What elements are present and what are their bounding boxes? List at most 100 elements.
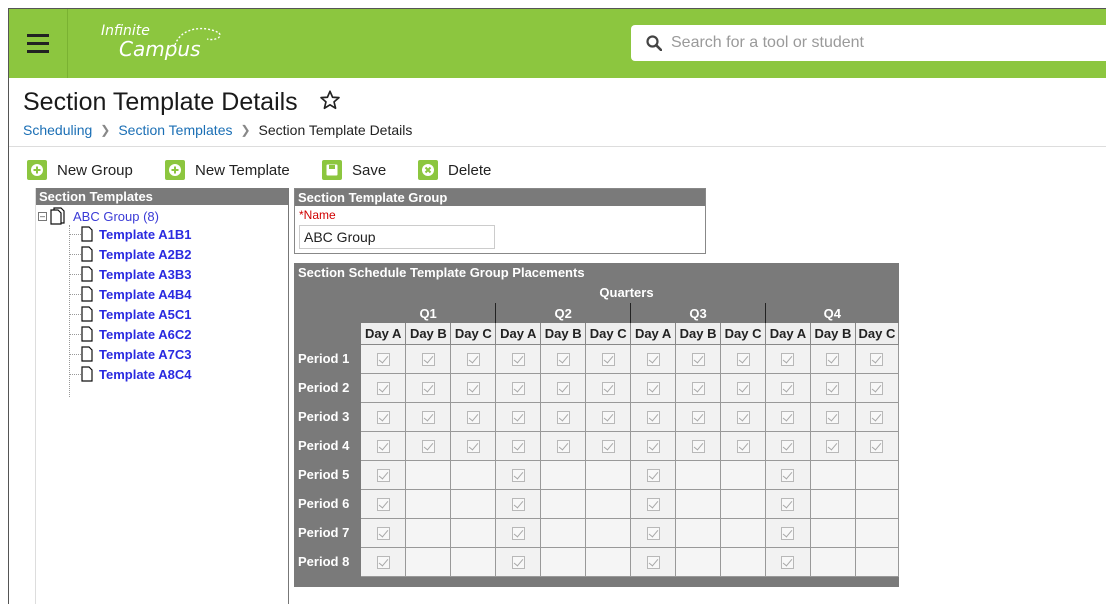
placement-cell[interactable] xyxy=(765,402,811,432)
placement-cell[interactable] xyxy=(360,431,407,461)
placement-cell[interactable] xyxy=(495,547,542,577)
placement-checkbox[interactable] xyxy=(781,411,795,425)
group-name-input[interactable] xyxy=(299,225,495,249)
placement-checkbox[interactable] xyxy=(646,353,660,367)
placement-cell[interactable] xyxy=(495,460,542,490)
hamburger-menu-icon[interactable] xyxy=(9,9,68,78)
placement-checkbox[interactable] xyxy=(556,411,570,425)
placement-cell[interactable] xyxy=(495,431,542,461)
placement-cell[interactable] xyxy=(360,344,407,374)
placement-checkbox[interactable] xyxy=(376,527,390,541)
placement-cell[interactable] xyxy=(630,373,677,403)
placement-cell[interactable] xyxy=(720,402,767,432)
placement-checkbox[interactable] xyxy=(736,353,750,367)
placement-checkbox[interactable] xyxy=(511,527,525,541)
placement-checkbox[interactable] xyxy=(870,411,884,425)
placement-cell[interactable] xyxy=(540,344,587,374)
placement-checkbox[interactable] xyxy=(421,382,435,396)
placement-checkbox[interactable] xyxy=(736,382,750,396)
placement-cell[interactable] xyxy=(405,431,452,461)
placement-cell[interactable] xyxy=(765,373,811,403)
placement-checkbox[interactable] xyxy=(870,382,884,396)
breadcrumb-section-templates[interactable]: Section Templates xyxy=(118,122,232,138)
placement-checkbox[interactable] xyxy=(421,353,435,367)
new-group-button[interactable]: New Group xyxy=(27,158,133,182)
placement-cell[interactable] xyxy=(675,431,722,461)
placement-cell[interactable] xyxy=(810,402,856,432)
placement-cell[interactable] xyxy=(630,344,677,374)
placement-cell[interactable] xyxy=(855,402,900,432)
placement-cell[interactable] xyxy=(405,402,452,432)
placement-cell[interactable] xyxy=(855,431,900,461)
new-template-button[interactable]: New Template xyxy=(165,158,290,182)
placement-checkbox[interactable] xyxy=(826,411,840,425)
placement-checkbox[interactable] xyxy=(511,411,525,425)
placement-cell[interactable] xyxy=(450,402,497,432)
placement-checkbox[interactable] xyxy=(826,382,840,396)
placement-checkbox[interactable] xyxy=(511,440,525,454)
placement-checkbox[interactable] xyxy=(511,469,525,483)
placement-cell[interactable] xyxy=(585,402,632,432)
placement-checkbox[interactable] xyxy=(736,411,750,425)
placement-checkbox[interactable] xyxy=(376,353,390,367)
placement-checkbox[interactable] xyxy=(466,440,480,454)
placement-checkbox[interactable] xyxy=(376,498,390,512)
placement-checkbox[interactable] xyxy=(646,440,660,454)
breadcrumb-scheduling[interactable]: Scheduling xyxy=(23,122,92,138)
placement-checkbox[interactable] xyxy=(781,527,795,541)
placement-cell[interactable] xyxy=(630,518,677,548)
placement-cell[interactable] xyxy=(540,402,587,432)
placement-checkbox[interactable] xyxy=(691,382,705,396)
placement-checkbox[interactable] xyxy=(601,382,615,396)
placement-checkbox[interactable] xyxy=(511,382,525,396)
placement-checkbox[interactable] xyxy=(646,469,660,483)
placement-cell[interactable] xyxy=(855,344,900,374)
placement-checkbox[interactable] xyxy=(556,353,570,367)
tree-item[interactable]: Template A7C3 xyxy=(69,345,191,363)
placement-cell[interactable] xyxy=(360,518,407,548)
placement-cell[interactable] xyxy=(675,373,722,403)
delete-button[interactable]: Delete xyxy=(418,158,491,182)
placement-checkbox[interactable] xyxy=(781,382,795,396)
placement-cell[interactable] xyxy=(360,373,407,403)
placement-cell[interactable] xyxy=(675,402,722,432)
placement-checkbox[interactable] xyxy=(421,440,435,454)
placement-checkbox[interactable] xyxy=(466,411,480,425)
placement-cell[interactable] xyxy=(360,402,407,432)
placement-checkbox[interactable] xyxy=(601,440,615,454)
placement-checkbox[interactable] xyxy=(646,556,660,570)
placement-cell[interactable] xyxy=(765,344,811,374)
placement-cell[interactable] xyxy=(810,344,856,374)
placement-cell[interactable] xyxy=(450,431,497,461)
placement-checkbox[interactable] xyxy=(781,353,795,367)
placement-cell[interactable] xyxy=(540,431,587,461)
placement-cell[interactable] xyxy=(405,373,452,403)
placement-cell[interactable] xyxy=(585,373,632,403)
placement-checkbox[interactable] xyxy=(781,498,795,512)
placement-cell[interactable] xyxy=(585,344,632,374)
placement-cell[interactable] xyxy=(765,518,811,548)
placement-checkbox[interactable] xyxy=(870,440,884,454)
placement-checkbox[interactable] xyxy=(376,440,390,454)
placement-checkbox[interactable] xyxy=(646,382,660,396)
placement-cell[interactable] xyxy=(360,460,407,490)
placement-checkbox[interactable] xyxy=(691,411,705,425)
placement-cell[interactable] xyxy=(630,489,677,519)
placement-cell[interactable] xyxy=(630,460,677,490)
placement-checkbox[interactable] xyxy=(601,411,615,425)
placement-checkbox[interactable] xyxy=(511,353,525,367)
search-input[interactable] xyxy=(671,25,1101,61)
placement-checkbox[interactable] xyxy=(556,382,570,396)
placement-cell[interactable] xyxy=(360,489,407,519)
collapse-toggle-icon[interactable]: – xyxy=(38,211,47,221)
placement-cell[interactable] xyxy=(810,431,856,461)
placement-checkbox[interactable] xyxy=(376,411,390,425)
placement-cell[interactable] xyxy=(495,373,542,403)
placement-cell[interactable] xyxy=(495,402,542,432)
placement-cell[interactable] xyxy=(540,373,587,403)
placement-cell[interactable] xyxy=(720,344,767,374)
placement-checkbox[interactable] xyxy=(511,498,525,512)
save-button[interactable]: Save xyxy=(322,158,386,182)
tree-node-abc-group[interactable]: – ABC Group (8) xyxy=(38,207,159,225)
placement-cell[interactable] xyxy=(630,431,677,461)
